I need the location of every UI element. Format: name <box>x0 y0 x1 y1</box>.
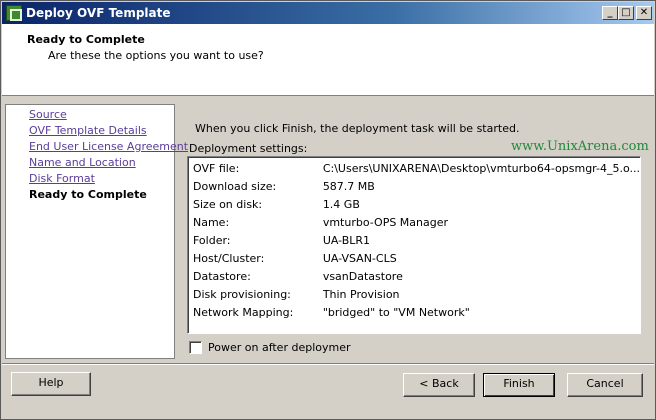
nav-step-source[interactable]: Source <box>29 108 67 122</box>
wizard-steps-nav: Source OVF Template Details End User Lic… <box>5 104 188 359</box>
footer-divider <box>2 363 654 365</box>
setting-value: vsanDatastore <box>322 269 403 283</box>
setting-value: C:\Users\UNIXARENA\Desktop\vmturbo64-ops… <box>322 161 640 175</box>
settings-row: Network Mapping: "bridged" to "VM Networ… <box>193 303 640 321</box>
power-on-checkbox[interactable] <box>189 341 202 354</box>
nav-step-ovf-template-details[interactable]: OVF Template Details <box>29 124 147 138</box>
power-on-checkbox-label[interactable]: Power on after deploymer <box>208 341 351 354</box>
setting-key: Name: <box>193 215 230 229</box>
setting-value: vmturbo-OPS Manager <box>322 215 449 229</box>
settings-row: Host/Cluster: UA-VSAN-CLS <box>193 249 640 267</box>
setting-value: UA-VSAN-CLS <box>322 251 397 265</box>
finish-button[interactable]: Finish <box>483 373 555 397</box>
window-title: Deploy OVF Template <box>26 6 171 20</box>
settings-row: Download size: 587.7 MB <box>193 177 640 195</box>
main-content: When you click Finish, the deployment ta… <box>177 104 654 361</box>
setting-key: Datastore: <box>193 269 251 283</box>
setting-value: UA-BLR1 <box>322 233 371 247</box>
nav-step-ready-to-complete: Ready to Complete <box>29 188 147 201</box>
setting-value: "bridged" to "VM Network" <box>322 305 470 319</box>
deployment-settings-list[interactable]: OVF file: C:\Users\UNIXARENA\Desktop\vmt… <box>187 156 641 334</box>
settings-row: Datastore: vsanDatastore <box>193 267 640 285</box>
nav-step-name-location[interactable]: Name and Location <box>29 156 136 170</box>
setting-key: Host/Cluster: <box>193 251 265 265</box>
settings-row: OVF file: C:\Users\UNIXARENA\Desktop\vmt… <box>193 159 640 177</box>
setting-value: Thin Provision <box>322 287 400 301</box>
nav-step-disk-format[interactable]: Disk Format <box>29 172 95 186</box>
page-title: Ready to Complete <box>27 33 145 46</box>
setting-key: Disk provisioning: <box>193 287 291 301</box>
vsphere-app-icon <box>6 5 22 21</box>
cancel-button[interactable]: Cancel <box>567 373 643 397</box>
setting-value: 1.4 GB <box>322 197 360 211</box>
wizard-header: Ready to Complete Are these the options … <box>2 24 654 96</box>
setting-key: OVF file: <box>193 161 240 175</box>
setting-key: Folder: <box>193 233 231 247</box>
minimize-button[interactable]: _ <box>602 6 618 20</box>
help-button[interactable]: Help <box>11 372 91 396</box>
close-button[interactable]: ✕ <box>636 6 652 20</box>
intro-text: When you click Finish, the deployment ta… <box>195 122 520 135</box>
setting-key: Download size: <box>193 179 277 193</box>
setting-key: Size on disk: <box>193 197 263 211</box>
settings-row: Size on disk: 1.4 GB <box>193 195 640 213</box>
maximize-button[interactable]: □ <box>618 6 634 20</box>
title-bar[interactable]: Deploy OVF Template _ □ ✕ <box>2 2 654 24</box>
setting-key: Network Mapping: <box>193 305 294 319</box>
setting-value: 587.7 MB <box>322 179 375 193</box>
settings-table: OVF file: C:\Users\UNIXARENA\Desktop\vmt… <box>193 159 640 321</box>
settings-row: Disk provisioning: Thin Provision <box>193 285 640 303</box>
deploy-ovf-window: Deploy OVF Template _ □ ✕ Ready to Compl… <box>0 0 656 420</box>
watermark-text: www.UnixArena.com <box>511 139 649 154</box>
nav-step-eula[interactable]: End User License Agreement <box>29 140 188 154</box>
page-subtitle: Are these the options you want to use? <box>48 49 264 62</box>
settings-row: Folder: UA-BLR1 <box>193 231 640 249</box>
deployment-settings-label: Deployment settings: <box>189 142 308 155</box>
back-button[interactable]: < Back <box>403 373 475 397</box>
settings-row: Name: vmturbo-OPS Manager <box>193 213 640 231</box>
